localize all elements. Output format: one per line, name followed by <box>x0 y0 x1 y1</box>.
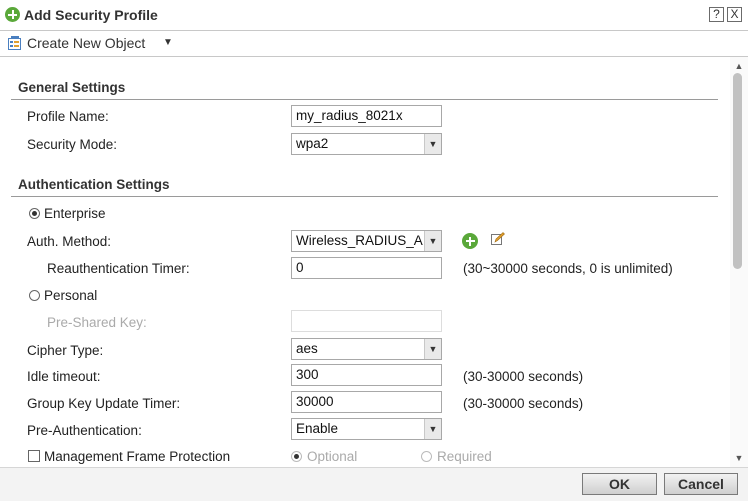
edit-icon[interactable] <box>491 232 505 246</box>
psk-input[interactable] <box>291 310 442 332</box>
auth-method-select[interactable]: Wireless_RADIUS_A ▼ <box>291 230 442 252</box>
idle-timeout-label: Idle timeout: <box>27 369 101 384</box>
scroll-up-icon[interactable]: ▲ <box>733 61 745 71</box>
section-divider <box>11 99 718 100</box>
reauth-timer-hint: (30~30000 seconds, 0 is unlimited) <box>463 261 673 276</box>
chevron-down-icon[interactable]: ▼ <box>424 231 441 251</box>
dialog-title: Add Security Profile <box>24 7 158 23</box>
chevron-down-icon[interactable]: ▼ <box>424 419 441 439</box>
add-circle-icon <box>5 7 20 22</box>
create-new-object-menu[interactable]: Create New Object <box>27 35 145 51</box>
profile-name-input[interactable]: my_radius_8021x <box>291 105 442 127</box>
mfp-optional-label: Optional <box>307 449 358 464</box>
dialog-titlebar: Add Security Profile ? X <box>0 0 748 31</box>
mfp-required-label: Required <box>437 449 492 464</box>
group-key-update-label: Group Key Update Timer: <box>27 396 181 411</box>
pre-authentication-label: Pre-Authentication: <box>27 423 142 438</box>
mfp-checkbox[interactable] <box>28 450 40 462</box>
psk-label: Pre-Shared Key: <box>47 315 147 330</box>
dialog-footer: OK Cancel <box>0 467 748 501</box>
mfp-required-radio[interactable] <box>421 451 432 462</box>
add-auth-method-icon[interactable] <box>462 233 478 249</box>
section-divider <box>11 196 718 197</box>
pre-authentication-value: Enable <box>296 421 339 436</box>
authentication-settings-heading: Authentication Settings <box>18 177 170 192</box>
security-mode-select[interactable]: wpa2 ▼ <box>291 133 442 155</box>
enterprise-radio[interactable] <box>29 208 40 219</box>
group-key-update-hint: (30-30000 seconds) <box>463 396 584 411</box>
close-button[interactable]: X <box>727 7 742 22</box>
enterprise-label: Enterprise <box>44 206 106 221</box>
general-settings-heading: General Settings <box>18 80 126 95</box>
group-key-update-input[interactable]: 30000 <box>291 391 442 413</box>
chevron-down-icon[interactable]: ▼ <box>424 339 441 359</box>
mfp-optional-radio[interactable] <box>291 451 302 462</box>
cipher-type-value: aes <box>296 341 318 356</box>
pre-authentication-select[interactable]: Enable ▼ <box>291 418 442 440</box>
cipher-type-label: Cipher Type: <box>27 343 104 358</box>
security-mode-value: wpa2 <box>296 136 329 151</box>
mfp-label: Management Frame Protection <box>44 449 231 464</box>
vertical-scrollbar[interactable]: ▲ ▼ <box>730 57 748 467</box>
security-mode-label: Security Mode: <box>27 137 118 152</box>
chevron-down-icon[interactable]: ▼ <box>163 37 173 48</box>
help-button[interactable]: ? <box>709 7 724 22</box>
reauth-timer-input[interactable]: 0 <box>291 257 442 279</box>
scroll-down-icon[interactable]: ▼ <box>733 453 745 463</box>
auth-method-value: Wireless_RADIUS_A <box>296 233 423 248</box>
cipher-type-select[interactable]: aes ▼ <box>291 338 442 360</box>
chevron-down-icon[interactable]: ▼ <box>424 134 441 154</box>
personal-label: Personal <box>44 288 98 303</box>
ok-button[interactable]: OK <box>582 473 657 495</box>
scrollbar-thumb[interactable] <box>733 73 742 269</box>
idle-timeout-hint: (30-30000 seconds) <box>463 369 584 384</box>
reauth-timer-label: Reauthentication Timer: <box>47 261 190 276</box>
object-icon <box>8 36 21 50</box>
toolbar: Create New Object ▼ <box>0 31 748 57</box>
idle-timeout-input[interactable]: 300 <box>291 364 442 386</box>
auth-method-label: Auth. Method: <box>27 234 112 249</box>
personal-radio[interactable] <box>29 290 40 301</box>
cancel-button[interactable]: Cancel <box>664 473 738 495</box>
form-content: General Settings Profile Name: my_radius… <box>0 57 730 467</box>
profile-name-label: Profile Name: <box>27 109 109 124</box>
